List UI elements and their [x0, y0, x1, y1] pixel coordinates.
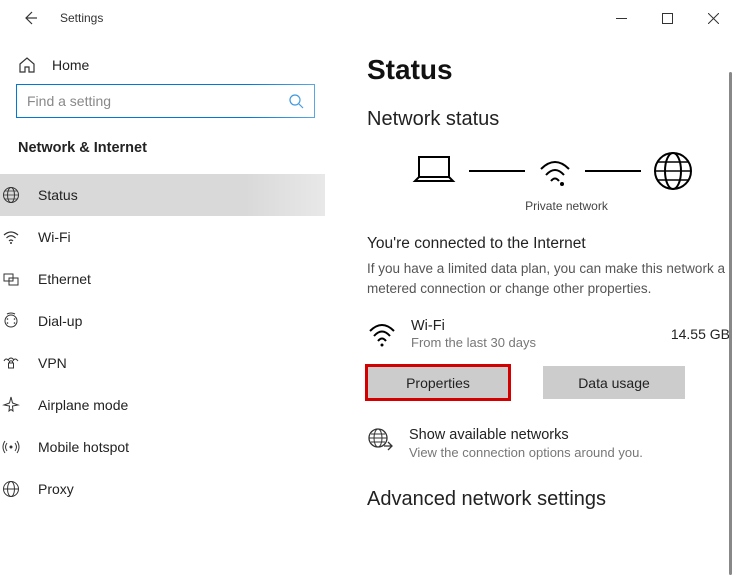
home-label: Home [52, 57, 89, 73]
sidebar-item-status[interactable]: Status [0, 174, 325, 216]
sidebar-item-label: Airplane mode [38, 397, 128, 413]
content-pane: Status Network status Private network Yo… [325, 36, 736, 583]
sidebar-item-label: Status [38, 187, 78, 203]
laptop-icon [409, 151, 459, 191]
sidebar: Home Network & Internet Status Wi-Fi [0, 36, 325, 583]
sidebar-item-wifi[interactable]: Wi-Fi [0, 216, 325, 258]
home-icon [18, 56, 36, 74]
sidebar-item-label: Proxy [38, 481, 74, 497]
home-link[interactable]: Home [16, 48, 315, 84]
titlebar: Settings [0, 0, 736, 36]
page-title: Status [367, 54, 736, 86]
network-diagram [367, 149, 736, 193]
available-desc: View the connection options around you. [409, 445, 643, 460]
minimize-button[interactable] [598, 3, 644, 33]
search-box[interactable] [16, 84, 315, 118]
sidebar-item-proxy[interactable]: Proxy [0, 468, 325, 510]
vpn-icon [2, 354, 20, 372]
sidebar-item-label: Ethernet [38, 271, 91, 287]
search-icon [289, 94, 304, 109]
search-input[interactable] [27, 93, 289, 109]
properties-button[interactable]: Properties [367, 366, 509, 399]
airplane-icon [2, 396, 20, 414]
back-icon [22, 10, 38, 26]
close-button[interactable] [690, 3, 736, 33]
connection-row: Wi-Fi From the last 30 days 14.55 GB [367, 318, 736, 350]
sidebar-item-dialup[interactable]: Dial-up [0, 300, 325, 342]
show-available-networks[interactable]: Show available networks View the connect… [367, 427, 736, 460]
maximize-icon [662, 13, 673, 24]
available-title: Show available networks [409, 427, 643, 443]
wifi-icon [2, 228, 20, 246]
hotspot-icon [2, 438, 20, 456]
globe-large-icon [651, 149, 695, 193]
maximize-button[interactable] [644, 3, 690, 33]
sidebar-item-hotspot[interactable]: Mobile hotspot [0, 426, 325, 468]
sidebar-item-label: Wi-Fi [38, 229, 71, 245]
close-icon [708, 13, 719, 24]
connected-heading: You're connected to the Internet [367, 235, 736, 253]
sidebar-item-airplane[interactable]: Airplane mode [0, 384, 325, 426]
nav-list: Status Wi-Fi Ethernet Dial-up VPN [0, 174, 325, 510]
wifi-connection-icon [367, 319, 397, 349]
sidebar-item-label: Dial-up [38, 313, 82, 329]
wifi-signal-icon [535, 151, 575, 191]
section-title: Network status [367, 108, 736, 131]
scrollbar[interactable] [729, 72, 732, 575]
window-title: Settings [60, 11, 103, 25]
globe-icon [2, 186, 20, 204]
sidebar-item-label: Mobile hotspot [38, 439, 129, 455]
advanced-title: Advanced network settings [367, 488, 736, 511]
data-usage-button[interactable]: Data usage [543, 366, 685, 399]
ethernet-icon [2, 270, 20, 288]
sidebar-item-ethernet[interactable]: Ethernet [0, 258, 325, 300]
dialup-icon [2, 312, 20, 330]
sidebar-item-vpn[interactable]: VPN [0, 342, 325, 384]
connection-amount: 14.55 GB [671, 326, 730, 342]
minimize-icon [616, 13, 627, 24]
connection-sub: From the last 30 days [411, 335, 671, 350]
sidebar-item-label: VPN [38, 355, 67, 371]
back-button[interactable] [18, 6, 42, 30]
globe-available-icon [367, 427, 393, 453]
section-label: Network & Internet [16, 140, 315, 156]
proxy-icon [2, 480, 20, 498]
diagram-caption: Private network [367, 199, 736, 213]
connection-name: Wi-Fi [411, 318, 671, 334]
connected-desc: If you have a limited data plan, you can… [367, 259, 736, 298]
